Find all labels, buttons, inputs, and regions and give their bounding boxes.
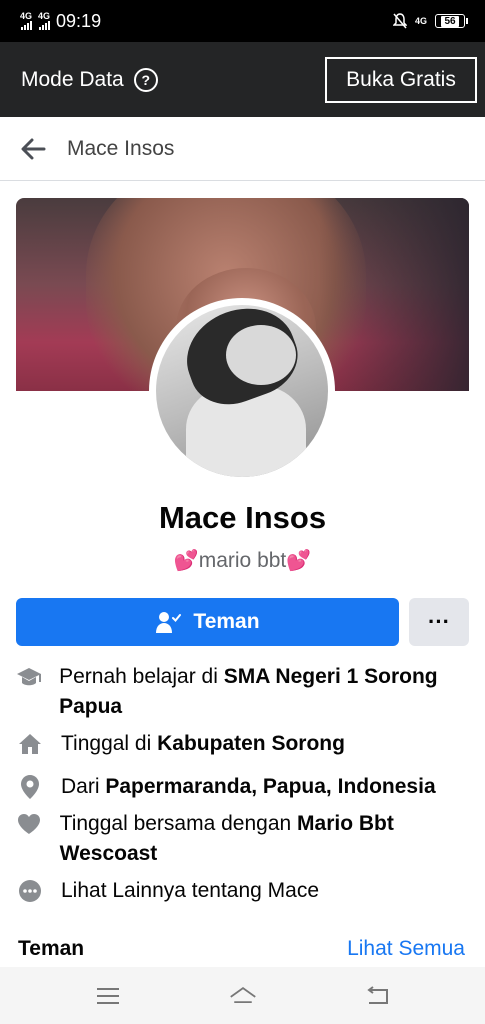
friends-button-label: Teman [193, 610, 260, 633]
friends-button[interactable]: Teman [16, 598, 399, 646]
signal-icon: 4G [38, 12, 50, 30]
profile-avatar[interactable] [149, 298, 335, 484]
back-arrow-icon[interactable] [20, 138, 46, 160]
clock: 09:19 [56, 10, 102, 31]
friends-section-title: Teman [18, 937, 85, 960]
data-mode-label: Mode Data [21, 67, 124, 91]
info-lives-in-text: Tinggal di Kabupaten Sorong [61, 732, 345, 755]
location-pin-icon [16, 773, 44, 801]
system-nav-bar [0, 967, 485, 1024]
see-all-friends-link[interactable]: Lihat Semua [347, 937, 465, 961]
more-options-button[interactable]: ··· [409, 598, 469, 646]
notification-muted-icon [392, 13, 407, 29]
battery-icon: 56 [435, 14, 468, 28]
info-lives-in[interactable]: Tinggal di Kabupaten Sorong [16, 729, 476, 759]
open-free-button[interactable]: Buka Gratis [325, 56, 477, 103]
info-education-text: Pernah belajar di SMA Negeri 1 Sorong Pa… [59, 665, 438, 718]
network-type: 4G [38, 11, 51, 21]
network-type: 4G [20, 11, 33, 21]
heart-emoji-icon: 💕 [173, 550, 199, 572]
friend-check-icon [156, 612, 182, 633]
info-see-more[interactable]: Lihat Lainnya tentang Mace [16, 876, 476, 906]
back-nav-icon[interactable] [364, 984, 392, 1008]
info-from[interactable]: Dari Papermaranda, Papua, Indonesia [16, 772, 476, 802]
data-indicator-icon: 4G [414, 15, 427, 26]
data-mode-bar: Mode Data ? Buka Gratis [0, 42, 485, 117]
status-right: 4G 56 [392, 13, 468, 29]
profile-name: Mace Insos [158, 500, 327, 535]
profile-nickname: 💕mario bbt💕 [0, 548, 485, 573]
graduation-cap-icon [16, 663, 42, 691]
more-dots-icon [16, 877, 44, 905]
info-see-more-text: Lihat Lainnya tentang Mace [61, 879, 320, 902]
menu-icon[interactable] [94, 984, 122, 1008]
info-relationship[interactable]: Tinggal bersama dengan Mario Bbt Wescoas… [16, 809, 476, 869]
signal-icon: 4G [20, 12, 32, 30]
status-bar: 4G 4G 09:19 4G 56 [0, 0, 485, 42]
page-header: Mace Insos [0, 117, 485, 181]
data-mode-label-group: Mode Data ? [21, 67, 158, 92]
info-education[interactable]: Pernah belajar di SMA Negeri 1 Sorong Pa… [16, 662, 476, 722]
status-left: 4G 4G 09:19 [20, 11, 101, 32]
home-icon [16, 730, 44, 758]
heart-icon [16, 810, 43, 838]
heart-emoji-icon: 💕 [286, 550, 312, 572]
home-nav-icon[interactable] [229, 984, 257, 1008]
info-relationship-text: Tinggal bersama dengan Mario Bbt Wescoas… [59, 812, 394, 865]
info-from-text: Dari Papermaranda, Papua, Indonesia [61, 775, 436, 798]
page-title: Mace Insos [67, 136, 175, 160]
help-icon[interactable]: ? [133, 67, 158, 92]
nickname-text: mario bbt [198, 549, 287, 572]
